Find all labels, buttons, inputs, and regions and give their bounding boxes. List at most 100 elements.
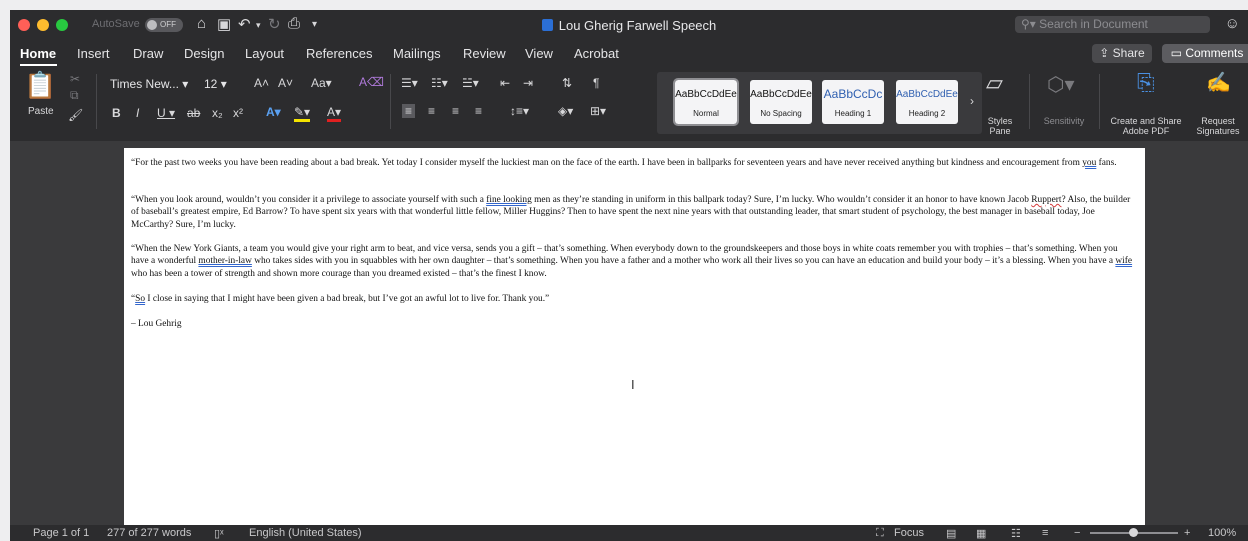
- page-count[interactable]: Page 1 of 1: [33, 527, 89, 539]
- paragraph-4: “So I close in saying that I might have …: [131, 294, 550, 304]
- shading-icon[interactable]: ◈▾: [558, 104, 573, 118]
- tab-view[interactable]: View: [525, 46, 553, 61]
- line-spacing-icon[interactable]: ↕≡▾: [510, 104, 529, 118]
- tab-insert[interactable]: Insert: [77, 46, 110, 61]
- language-status[interactable]: English (United States): [249, 527, 362, 539]
- bold-button[interactable]: B: [112, 106, 121, 120]
- web-layout-view-icon[interactable]: ▦: [976, 527, 986, 540]
- cut-icon[interactable]: ✂: [70, 72, 80, 86]
- comment-icon: ▭: [1170, 46, 1186, 60]
- chevron-right-icon[interactable]: ›: [970, 94, 974, 108]
- create-pdf-icon[interactable]: ⎘: [1137, 70, 1155, 96]
- status-bar: Page 1 of 1 277 of 277 words ▯ˣ English …: [10, 525, 1248, 541]
- divider: [390, 74, 391, 129]
- shrink-font-icon[interactable]: A˅: [278, 76, 293, 90]
- highlight-color-icon[interactable]: ✎▾: [294, 105, 311, 122]
- comments-button[interactable]: ▭ Comments: [1162, 44, 1248, 63]
- grammar-flag[interactable]: mother-in-law: [198, 256, 251, 266]
- grammar-flag[interactable]: you: [1082, 158, 1096, 168]
- font-size-select[interactable]: 12 ▾: [204, 77, 238, 91]
- styles-pane-icon[interactable]: ▱: [986, 70, 1003, 96]
- signature-line: – Lou Gehrig: [131, 319, 182, 329]
- paragraph-3: “When the New York Giants, a team you wo…: [131, 244, 1133, 279]
- sensitivity-button[interactable]: Sensitivity: [1034, 116, 1094, 126]
- tab-home[interactable]: Home: [20, 46, 56, 61]
- sensitivity-icon[interactable]: ⬡▾: [1047, 72, 1075, 97]
- paragraph-2: “When you look around, wouldn’t you cons…: [131, 195, 1131, 230]
- grow-font-icon[interactable]: A˄: [254, 76, 269, 90]
- paragraph-1: “For the past two weeks you have been re…: [131, 158, 1117, 168]
- font-color-icon[interactable]: A▾: [327, 105, 342, 122]
- document-area: “For the past two weeks you have been re…: [10, 141, 1248, 525]
- paste-button[interactable]: Paste: [28, 106, 54, 117]
- tab-references[interactable]: References: [306, 46, 372, 61]
- grammar-flag[interactable]: So: [135, 294, 145, 304]
- bullets-icon[interactable]: ☰▾: [401, 76, 418, 90]
- tab-design[interactable]: Design: [184, 46, 224, 61]
- style-heading-2[interactable]: AaBbCcDdEe Heading 2: [896, 80, 958, 124]
- strikethrough-button[interactable]: ab: [187, 106, 200, 120]
- italic-button[interactable]: I: [136, 106, 139, 120]
- divider: [1099, 74, 1100, 129]
- zoom-in-icon[interactable]: +: [1184, 527, 1190, 539]
- word-window: AutoSave OFF ⌂ ▣ ↶ ▾ ↻ ⎙ ▾ Lou Gherig Fa…: [10, 10, 1248, 541]
- increase-indent-icon[interactable]: ⇥: [523, 76, 533, 90]
- tab-draw[interactable]: Draw: [133, 46, 163, 61]
- chevron-down-icon: ▾: [182, 77, 189, 91]
- word-count[interactable]: 277 of 277 words: [107, 527, 191, 539]
- zoom-level[interactable]: 100%: [1208, 527, 1236, 539]
- spelling-flag[interactable]: Ruppert: [1031, 195, 1061, 205]
- styles-pane-button[interactable]: Styles Pane: [986, 116, 1014, 136]
- underline-button[interactable]: U ▾: [157, 106, 175, 120]
- tab-mailings[interactable]: Mailings: [393, 46, 441, 61]
- search-icon: ⚲▾: [1021, 17, 1040, 31]
- paste-icon[interactable]: 📋: [24, 70, 56, 101]
- outline-view-icon[interactable]: ☷: [1011, 527, 1021, 540]
- style-heading-1[interactable]: AaBbCcDc Heading 1: [822, 80, 884, 124]
- tab-acrobat[interactable]: Acrobat: [574, 46, 619, 61]
- focus-button[interactable]: Focus: [894, 527, 924, 539]
- focus-icon[interactable]: ⛶: [876, 527, 884, 540]
- grammar-flag[interactable]: wife: [1115, 256, 1132, 266]
- justify-button[interactable]: ≡: [475, 104, 482, 118]
- draft-view-icon[interactable]: ≡: [1042, 527, 1048, 539]
- text-effects-icon[interactable]: A▾: [266, 105, 281, 119]
- borders-icon[interactable]: ⊞▾: [590, 104, 606, 118]
- clear-formatting-icon[interactable]: A⌫: [359, 75, 384, 89]
- style-no-spacing[interactable]: AaBbCcDdEe No Spacing: [750, 80, 812, 124]
- divider: [1029, 74, 1030, 129]
- align-left-button[interactable]: ≡: [402, 104, 416, 118]
- subscript-button[interactable]: x₂: [212, 106, 223, 120]
- print-layout-view-icon[interactable]: ▤: [946, 527, 956, 540]
- request-signatures-button[interactable]: Request Signatures: [1193, 116, 1243, 136]
- zoom-out-icon[interactable]: −: [1074, 527, 1080, 539]
- grammar-flag[interactable]: fine looking: [486, 195, 532, 205]
- text-cursor-icon: I: [631, 377, 635, 392]
- word-document-icon: [541, 19, 553, 31]
- font-name-select[interactable]: Times New... ▾: [110, 77, 196, 91]
- search-in-document-input[interactable]: ⚲▾ Search in Document: [1015, 16, 1210, 33]
- create-and-share-pdf-button[interactable]: Create and Share Adobe PDF: [1104, 116, 1188, 136]
- align-right-button[interactable]: ≡: [452, 104, 459, 118]
- tab-review[interactable]: Review: [463, 46, 506, 61]
- change-case-icon[interactable]: Aa▾: [311, 76, 332, 90]
- numbering-icon[interactable]: ☷▾: [431, 76, 448, 90]
- copy-icon[interactable]: ⧉: [70, 88, 79, 103]
- format-painter-icon[interactable]: 🖌: [68, 108, 83, 122]
- tab-layout[interactable]: Layout: [245, 46, 284, 61]
- share-button[interactable]: ⇪ Share: [1092, 44, 1152, 63]
- decrease-indent-icon[interactable]: ⇤: [500, 76, 510, 90]
- superscript-button[interactable]: x²: [233, 106, 243, 120]
- multilevel-list-icon[interactable]: ☱▾: [462, 76, 479, 90]
- document-page[interactable]: “For the past two weeks you have been re…: [124, 148, 1145, 525]
- align-center-button[interactable]: ≡: [428, 104, 435, 118]
- zoom-slider-handle[interactable]: [1129, 528, 1138, 537]
- share-icon: ⇪: [1099, 46, 1113, 60]
- proofing-icon[interactable]: ▯ˣ: [214, 527, 224, 540]
- request-signatures-icon[interactable]: ✍: [1206, 70, 1231, 95]
- show-formatting-icon[interactable]: ¶: [593, 76, 599, 90]
- sort-icon[interactable]: ⇅: [562, 76, 572, 90]
- feedback-smiley-icon[interactable]: ☺: [1225, 15, 1240, 32]
- title-bar: AutoSave OFF ⌂ ▣ ↶ ▾ ↻ ⎙ ▾ Lou Gherig Fa…: [10, 10, 1248, 40]
- style-normal[interactable]: AaBbCcDdEe Normal: [673, 78, 739, 126]
